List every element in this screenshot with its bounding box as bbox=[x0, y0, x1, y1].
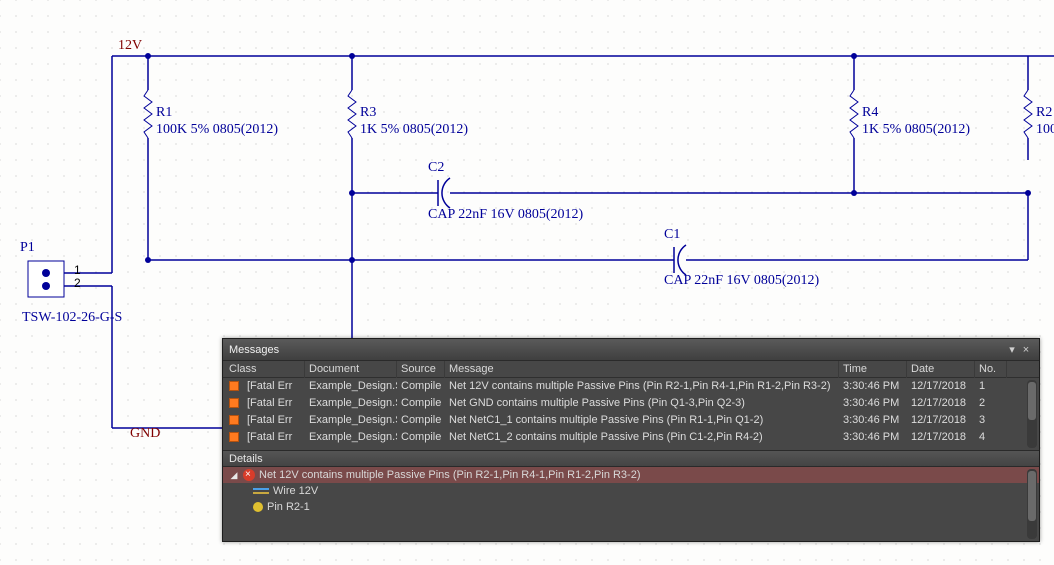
value-R1: 100K 5% 0805(2012) bbox=[156, 122, 278, 138]
connector-pin-2: 2 bbox=[74, 276, 81, 290]
messages-scrollbar[interactable] bbox=[1027, 380, 1037, 448]
severity-icon bbox=[229, 415, 239, 425]
net-label-gnd: GND bbox=[130, 426, 160, 442]
connector-part: TSW-102-26-G-S bbox=[22, 310, 122, 326]
ref-R3: R3 bbox=[360, 105, 376, 121]
value-R4: 1K 5% 0805(2012) bbox=[862, 122, 970, 138]
severity-icon bbox=[229, 398, 239, 408]
connector-ref: P1 bbox=[20, 240, 35, 256]
error-icon bbox=[243, 469, 255, 481]
wire-icon bbox=[253, 488, 269, 494]
col-message[interactable]: Message bbox=[445, 361, 839, 378]
message-row[interactable]: [Fatal Err Example_Design.S Compile Net … bbox=[223, 412, 1039, 429]
panel-close-icon[interactable]: × bbox=[1019, 339, 1033, 361]
net-label-12v: 12V bbox=[118, 38, 142, 54]
col-date[interactable]: Date bbox=[907, 361, 975, 378]
value-C2: CAP 22nF 16V 0805(2012) bbox=[428, 207, 583, 223]
messages-panel[interactable]: Messages ▾ × Class Document Source Messa… bbox=[222, 338, 1040, 542]
col-class[interactable]: Class bbox=[225, 361, 305, 378]
messages-list[interactable]: [Fatal Err Example_Design.S Compile Net … bbox=[223, 378, 1039, 450]
details-tree[interactable]: ◢ Net 12V contains multiple Passive Pins… bbox=[223, 467, 1039, 541]
col-source[interactable]: Source bbox=[397, 361, 445, 378]
ref-R2: R2 bbox=[1036, 105, 1052, 121]
ref-R4: R4 bbox=[862, 105, 878, 121]
value-R3: 1K 5% 0805(2012) bbox=[360, 122, 468, 138]
scrollbar-thumb[interactable] bbox=[1028, 382, 1036, 420]
panel-menu-icon[interactable]: ▾ bbox=[1005, 339, 1019, 361]
ref-C2: C2 bbox=[428, 160, 444, 176]
message-row[interactable]: [Fatal Err Example_Design.S Compile Net … bbox=[223, 378, 1039, 395]
ref-R1: R1 bbox=[156, 105, 172, 121]
expand-icon[interactable]: ◢ bbox=[229, 467, 239, 483]
pin-icon bbox=[253, 502, 263, 512]
col-document[interactable]: Document bbox=[305, 361, 397, 378]
message-row[interactable]: [Fatal Err Example_Design.S Compile Net … bbox=[223, 395, 1039, 412]
severity-icon bbox=[229, 432, 239, 442]
messages-titlebar[interactable]: Messages ▾ × bbox=[223, 339, 1039, 361]
connector-pin-1: 1 bbox=[74, 263, 81, 277]
details-child[interactable]: Wire 12V bbox=[223, 483, 1039, 499]
col-no[interactable]: No. bbox=[975, 361, 1007, 378]
value-R2: 100K bbox=[1036, 122, 1054, 138]
details-root[interactable]: ◢ Net 12V contains multiple Passive Pins… bbox=[223, 467, 1039, 483]
value-C1: CAP 22nF 16V 0805(2012) bbox=[664, 273, 819, 289]
col-time[interactable]: Time bbox=[839, 361, 907, 378]
details-child[interactable]: Pin R2-1 bbox=[223, 499, 1039, 515]
message-row[interactable]: [Fatal Err Example_Design.S Compile Net … bbox=[223, 429, 1039, 446]
messages-columns[interactable]: Class Document Source Message Time Date … bbox=[223, 361, 1039, 378]
ref-C1: C1 bbox=[664, 227, 680, 243]
severity-icon bbox=[229, 381, 239, 391]
messages-title: Messages bbox=[229, 339, 279, 361]
details-scrollbar[interactable] bbox=[1027, 469, 1037, 539]
details-header[interactable]: Details bbox=[223, 450, 1039, 467]
scrollbar-thumb[interactable] bbox=[1028, 471, 1036, 521]
